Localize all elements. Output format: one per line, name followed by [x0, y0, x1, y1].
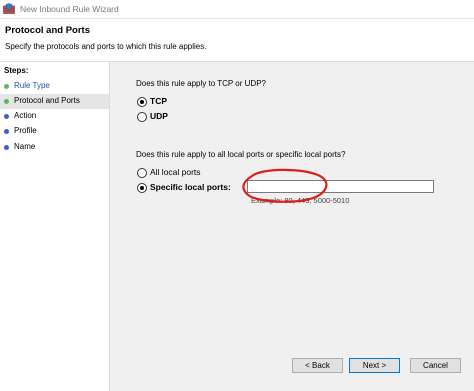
cancel-button[interactable]: Cancel	[410, 358, 461, 373]
step-status-dot-icon	[4, 114, 9, 119]
sidebar-item-protocol-and-ports[interactable]: Protocol and Ports	[0, 94, 109, 109]
tcp-radio[interactable]	[137, 97, 147, 107]
radio-selected-dot	[140, 186, 144, 190]
radio-ring	[137, 112, 147, 122]
sidebar-item-name[interactable]: Name	[0, 140, 109, 155]
step-status-dot-icon	[4, 145, 9, 150]
specific-ports-input[interactable]	[247, 180, 434, 193]
sidebar-item-profile[interactable]: Profile	[0, 124, 109, 139]
title-bar: New Inbound Rule Wizard	[0, 0, 474, 19]
firewall-shield-icon	[3, 3, 15, 14]
step-status-dot-icon	[4, 129, 9, 134]
sidebar-item-label: Action	[14, 111, 37, 120]
sidebar-item-rule-type[interactable]: Rule Type	[0, 79, 109, 94]
window-title: New Inbound Rule Wizard	[20, 4, 119, 14]
protocol-question: Does this rule apply to TCP or UDP?	[136, 79, 266, 88]
page-subtitle: Specify the protocols and ports to which…	[5, 42, 207, 51]
step-status-dot-icon	[4, 99, 9, 104]
ports-example-text: Example: 80, 443, 5000-5010	[251, 196, 350, 205]
step-status-dot-icon	[4, 84, 9, 89]
sidebar-item-action[interactable]: Action	[0, 109, 109, 124]
next-button[interactable]: Next >	[349, 358, 400, 373]
tcp-label[interactable]: TCP	[150, 96, 167, 106]
radio-selected-dot	[140, 100, 144, 104]
sidebar-item-label: Protocol and Ports	[14, 96, 80, 105]
steps-title: Steps:	[4, 66, 29, 75]
all-ports-label[interactable]: All local ports	[150, 167, 201, 177]
sidebar-item-label: Profile	[14, 126, 37, 135]
radio-ring	[137, 168, 147, 178]
ports-question: Does this rule apply to all local ports …	[136, 150, 346, 159]
specific-ports-label[interactable]: Specific local ports:	[150, 182, 231, 192]
page-title: Protocol and Ports	[5, 25, 90, 36]
sidebar-item-label: Name	[14, 142, 36, 151]
udp-radio[interactable]	[137, 112, 147, 122]
all-ports-radio[interactable]	[137, 168, 147, 178]
wizard-header: Protocol and Ports Specify the protocols…	[0, 19, 474, 61]
specific-ports-radio[interactable]	[137, 183, 147, 193]
back-button[interactable]: < Back	[292, 358, 343, 373]
steps-sidebar: Steps: Rule Type Protocol and Ports Acti…	[0, 62, 110, 391]
udp-label[interactable]: UDP	[150, 111, 168, 121]
sidebar-item-label: Rule Type	[14, 81, 50, 90]
